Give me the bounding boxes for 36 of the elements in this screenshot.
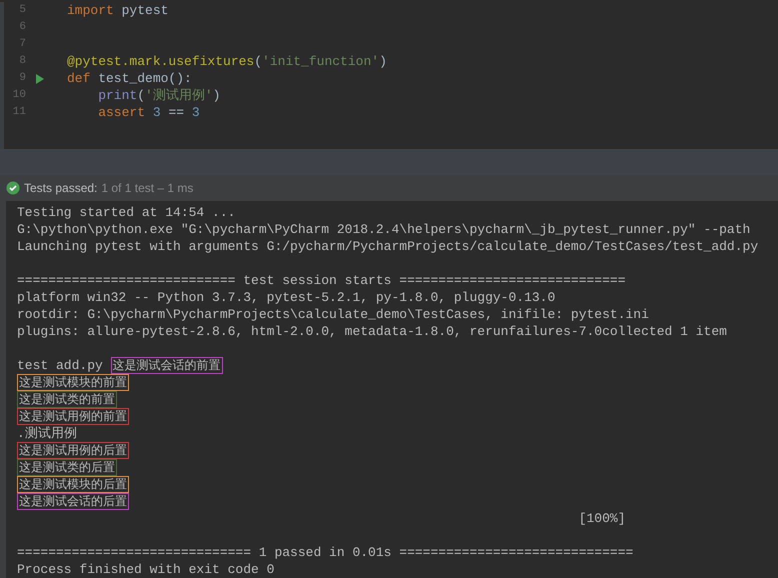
status-label: Tests passed: xyxy=(24,180,98,198)
status-detail: 1 of 1 test – 1 ms xyxy=(101,180,194,198)
console-text: 这是测试用例的后置 xyxy=(17,442,129,460)
line-number: 10 xyxy=(12,88,26,104)
console-text: Process finished with exit code 0 xyxy=(17,560,274,578)
console-text: rootdir: G:\pycharm\PycharmProjects\calculate_demo\TestCases, inifile: pytest.ini xyxy=(17,306,649,324)
console-text: 这是测试模块的后置 xyxy=(17,476,129,494)
console-text: Testing started at 14:54 ... xyxy=(17,204,236,222)
run-icon[interactable] xyxy=(36,74,44,84)
code-line: assert 3 == 3 xyxy=(97,104,200,122)
console-text: ============================ test session starts ============================= xyxy=(17,272,626,290)
code-line: def test_demo(): xyxy=(67,70,192,88)
check-icon xyxy=(6,181,20,196)
line-number: 8 xyxy=(18,54,26,70)
console-text: ============================== 1 passed in 0.01s ============================== xyxy=(17,544,634,562)
console-text: test add.py xyxy=(17,356,104,375)
console-text: [100%] xyxy=(578,510,626,528)
code-line: import pytest xyxy=(67,2,168,20)
line-number: 9 xyxy=(18,71,26,86)
code-line: @pytest.mark.usefixtures('init_function') xyxy=(67,52,387,71)
console-text: 这是测试类的前置 xyxy=(17,391,117,408)
console-text: platform win32 -- Python 3.7.3, pytest-5.2.1, py-1.8.0, pluggy-0.13.0 xyxy=(17,288,556,307)
console-text: 这是测试会话的后置 xyxy=(17,493,129,510)
console-text: plugins: allure-pytest-2.8.6, html-2.0.0, metadata-1.8.0, rerunfailures-7.0collected 1 item xyxy=(17,322,727,341)
console-text: 这是测试模块的前置 xyxy=(17,374,129,392)
console-text: 这是测试用例的前置 xyxy=(17,408,129,426)
console-text: G:\python\python.exe "G:\pycharm\PyCharm 2018.2.4\helpers\pycharm\_jb_pytest_runner.py" --path xyxy=(17,220,750,239)
console-text: 这是测试会话的前置 xyxy=(110,357,223,374)
line-number: 7 xyxy=(18,37,26,52)
console-text: 这是测试类的后置 xyxy=(17,459,117,476)
console-text: Launching pytest with arguments G:/pycharm/PycharmProjects/calculate_demo/TestCases/test_add.py xyxy=(17,238,758,256)
code-line: print('测试用例') xyxy=(97,86,220,105)
line-number: 11 xyxy=(12,105,26,120)
console-text: .测试用例 xyxy=(17,424,77,443)
line-number: 6 xyxy=(18,20,26,36)
line-number: 5 xyxy=(18,3,26,18)
